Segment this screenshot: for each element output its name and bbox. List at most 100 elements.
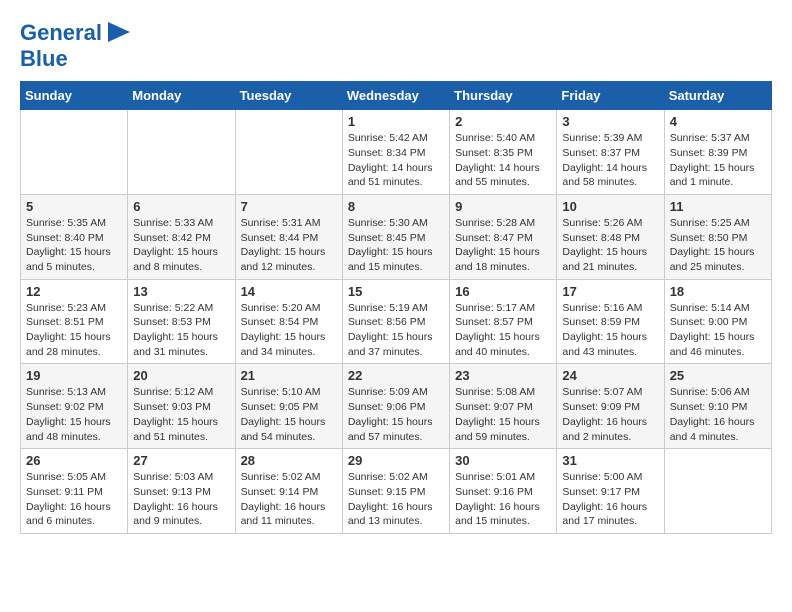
calendar-cell [664,449,771,534]
calendar-cell: 30 Sunrise: 5:01 AMSunset: 9:16 PMDayligh… [450,449,557,534]
calendar-week-row: 1Sunrise: 5:42 AMSunset: 8:34 PMDaylight… [21,110,772,195]
calendar-week-row: 19Sunrise: 5:13 AMSunset: 9:02 PMDayligh… [21,364,772,449]
day-info: Sunrise: 5:31 AMSunset: 8:44 PMDaylight:… [241,216,337,275]
day-number: 8 [348,199,444,214]
calendar-header-friday: Friday [557,82,664,110]
day-info: Sunrise: 5:30 AMSunset: 8:45 PMDaylight:… [348,216,444,275]
day-number: 29 [348,453,444,468]
calendar-cell: 14 Sunrise: 5:20 AMSunset: 8:54 PMDayligh… [235,279,342,364]
calendar-cell [128,110,235,195]
day-number: 20 [133,368,229,383]
day-info: Sunrise: 5:03 AMSunset: 9:13 PMDaylight:… [133,470,229,529]
day-number: 31 [562,453,658,468]
calendar-cell: 6 Sunrise: 5:33 AMSunset: 8:42 PMDaylight… [128,194,235,279]
day-number: 21 [241,368,337,383]
day-info: Sunrise: 5:37 AMSunset: 8:39 PMDaylight:… [670,131,766,190]
calendar-cell: 1Sunrise: 5:42 AMSunset: 8:34 PMDaylight… [342,110,449,195]
day-info: Sunrise: 5:14 AMSunset: 9:00 PMDaylight:… [670,301,766,360]
day-info: Sunrise: 5:02 AMSunset: 9:15 PMDaylight:… [348,470,444,529]
calendar-cell: 15Sunrise: 5:19 AMSunset: 8:56 PMDayligh… [342,279,449,364]
calendar-cell: 23 Sunrise: 5:08 AMSunset: 9:07 PMDayligh… [450,364,557,449]
calendar-cell: 27 Sunrise: 5:03 AMSunset: 9:13 PMDayligh… [128,449,235,534]
calendar-cell: 8 Sunrise: 5:30 AMSunset: 8:45 PMDaylight… [342,194,449,279]
day-number: 25 [670,368,766,383]
calendar-cell: 29 Sunrise: 5:02 AMSunset: 9:15 PMDayligh… [342,449,449,534]
logo: General Blue [20,20,130,71]
calendar-cell: 3 Sunrise: 5:39 AMSunset: 8:37 PMDaylight… [557,110,664,195]
day-info: Sunrise: 5:25 AMSunset: 8:50 PMDaylight:… [670,216,766,275]
calendar-header-saturday: Saturday [664,82,771,110]
calendar-cell: 2 Sunrise: 5:40 AMSunset: 8:35 PMDaylight… [450,110,557,195]
day-info: Sunrise: 5:35 AMSunset: 8:40 PMDaylight:… [26,216,122,275]
calendar-cell: 28Sunrise: 5:02 AMSunset: 9:14 PMDayligh… [235,449,342,534]
logo-text: General [20,21,102,45]
day-number: 22 [348,368,444,383]
day-info: Sunrise: 5:20 AMSunset: 8:54 PMDaylight:… [241,301,337,360]
calendar-cell: 17 Sunrise: 5:16 AMSunset: 8:59 PMDayligh… [557,279,664,364]
day-number: 30 [455,453,551,468]
calendar-cell: 31 Sunrise: 5:00 AMSunset: 9:17 PMDayligh… [557,449,664,534]
day-info: Sunrise: 5:23 AMSunset: 8:51 PMDaylight:… [26,301,122,360]
day-info: Sunrise: 5:07 AMSunset: 9:09 PMDaylight:… [562,385,658,444]
day-number: 17 [562,284,658,299]
day-number: 28 [241,453,337,468]
day-info: Sunrise: 5:26 AMSunset: 8:48 PMDaylight:… [562,216,658,275]
day-info: Sunrise: 5:08 AMSunset: 9:07 PMDaylight:… [455,385,551,444]
day-info: Sunrise: 5:01 AMSunset: 9:16 PMDaylight:… [455,470,551,529]
calendar-cell: 25 Sunrise: 5:06 AMSunset: 9:10 PMDayligh… [664,364,771,449]
day-number: 14 [241,284,337,299]
calendar-cell: 5 Sunrise: 5:35 AMSunset: 8:40 PMDaylight… [21,194,128,279]
day-number: 11 [670,199,766,214]
day-number: 10 [562,199,658,214]
logo-arrow-icon [108,22,130,42]
day-number: 18 [670,284,766,299]
calendar-cell: 11 Sunrise: 5:25 AMSunset: 8:50 PMDayligh… [664,194,771,279]
day-info: Sunrise: 5:00 AMSunset: 9:17 PMDaylight:… [562,470,658,529]
calendar-cell [235,110,342,195]
day-info: Sunrise: 5:16 AMSunset: 8:59 PMDaylight:… [562,301,658,360]
calendar-header-sunday: Sunday [21,82,128,110]
day-info: Sunrise: 5:33 AMSunset: 8:42 PMDaylight:… [133,216,229,275]
calendar-header-tuesday: Tuesday [235,82,342,110]
day-number: 19 [26,368,122,383]
day-number: 3 [562,114,658,129]
day-number: 5 [26,199,122,214]
day-info: Sunrise: 5:12 AMSunset: 9:03 PMDaylight:… [133,385,229,444]
day-number: 23 [455,368,551,383]
calendar-week-row: 12 Sunrise: 5:23 AMSunset: 8:51 PMDayligh… [21,279,772,364]
day-info: Sunrise: 5:10 AMSunset: 9:05 PMDaylight:… [241,385,337,444]
day-info: Sunrise: 5:06 AMSunset: 9:10 PMDaylight:… [670,385,766,444]
calendar-cell: 7 Sunrise: 5:31 AMSunset: 8:44 PMDaylight… [235,194,342,279]
day-number: 16 [455,284,551,299]
calendar-cell: 18 Sunrise: 5:14 AMSunset: 9:00 PMDayligh… [664,279,771,364]
day-info: Sunrise: 5:22 AMSunset: 8:53 PMDaylight:… [133,301,229,360]
day-info: Sunrise: 5:40 AMSunset: 8:35 PMDaylight:… [455,131,551,190]
day-info: Sunrise: 5:39 AMSunset: 8:37 PMDaylight:… [562,131,658,190]
calendar-week-row: 26 Sunrise: 5:05 AMSunset: 9:11 PMDayligh… [21,449,772,534]
day-number: 7 [241,199,337,214]
day-info: Sunrise: 5:05 AMSunset: 9:11 PMDaylight:… [26,470,122,529]
calendar-cell: 13 Sunrise: 5:22 AMSunset: 8:53 PMDayligh… [128,279,235,364]
day-number: 2 [455,114,551,129]
calendar-cell [21,110,128,195]
calendar-cell: 4 Sunrise: 5:37 AMSunset: 8:39 PMDaylight… [664,110,771,195]
day-number: 27 [133,453,229,468]
day-number: 24 [562,368,658,383]
calendar-cell: 9Sunrise: 5:28 AMSunset: 8:47 PMDaylight… [450,194,557,279]
day-number: 15 [348,284,444,299]
page-header: General Blue [20,20,772,71]
calendar-cell: 26 Sunrise: 5:05 AMSunset: 9:11 PMDayligh… [21,449,128,534]
day-number: 13 [133,284,229,299]
day-number: 12 [26,284,122,299]
calendar-cell: 24 Sunrise: 5:07 AMSunset: 9:09 PMDayligh… [557,364,664,449]
calendar-cell: 16 Sunrise: 5:17 AMSunset: 8:57 PMDayligh… [450,279,557,364]
day-info: Sunrise: 5:17 AMSunset: 8:57 PMDaylight:… [455,301,551,360]
calendar-cell: 22 Sunrise: 5:09 AMSunset: 9:06 PMDayligh… [342,364,449,449]
calendar-header-monday: Monday [128,82,235,110]
day-number: 6 [133,199,229,214]
day-number: 4 [670,114,766,129]
day-number: 26 [26,453,122,468]
day-info: Sunrise: 5:42 AMSunset: 8:34 PMDaylight:… [348,131,444,190]
day-info: Sunrise: 5:09 AMSunset: 9:06 PMDaylight:… [348,385,444,444]
calendar-cell: 10 Sunrise: 5:26 AMSunset: 8:48 PMDayligh… [557,194,664,279]
